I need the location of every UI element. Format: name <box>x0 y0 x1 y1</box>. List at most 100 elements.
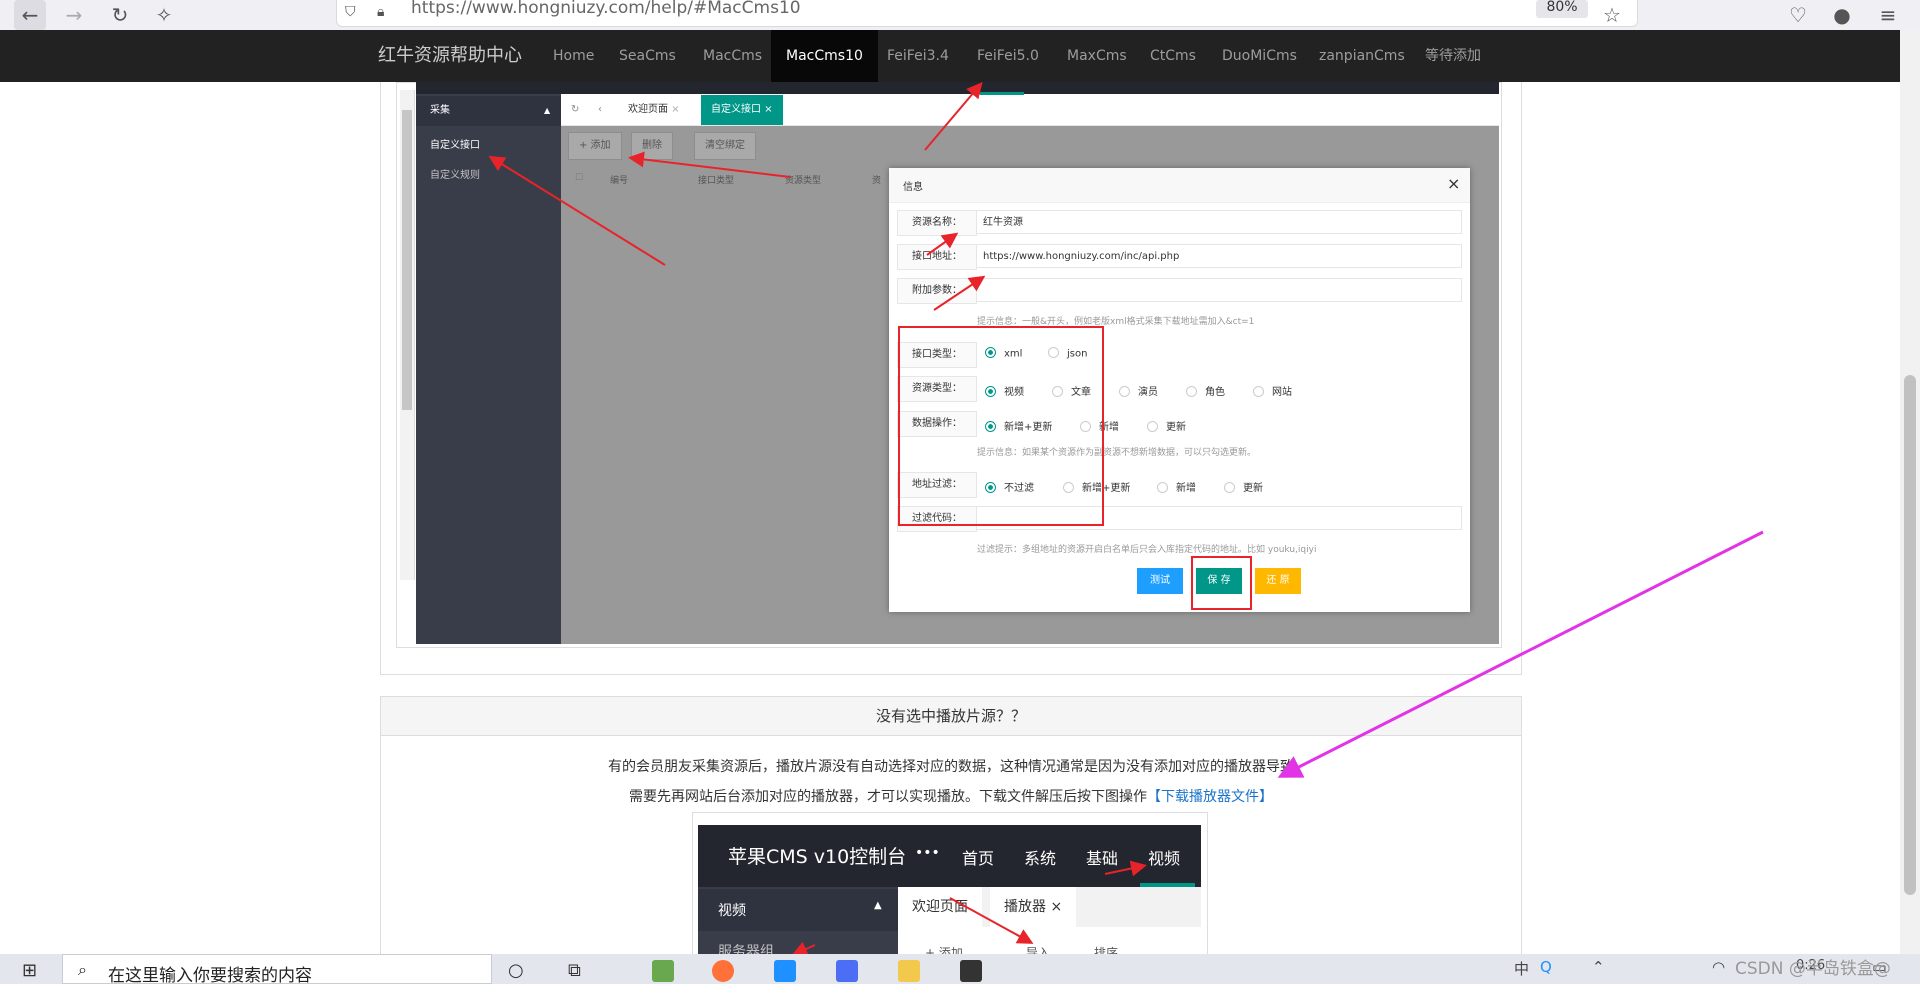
terminal-icon[interactable] <box>960 960 982 982</box>
radio-icon <box>1253 385 1264 397</box>
site-navbar: 红牛资源帮助中心 Home SeaCms MacCms MacCms10 Fei… <box>0 30 1900 82</box>
admin-topbar <box>416 82 1499 94</box>
qq-search-icon[interactable]: Q <box>1540 958 1552 976</box>
cortana-icon[interactable]: ○ <box>508 960 524 981</box>
nav-maccms[interactable]: MacCms <box>688 30 777 82</box>
screenshot-scrollbar <box>400 90 415 580</box>
refresh-icon: ↻ <box>571 104 580 115</box>
shield-icon[interactable]: ⛉ <box>345 4 356 20</box>
modal-title: 信息 <box>903 182 923 193</box>
th-res-type: 资源类型 <box>785 176 822 186</box>
filter-tip: 过滤提示：多组地址的资源开启白名单后只会入库指定代码的地址。比如 youku,i… <box>977 545 1317 555</box>
radio-op-update: 更新 <box>1147 418 1186 433</box>
highlight-save-box <box>1191 556 1252 610</box>
cms-brand: 苹果CMS v10控制台 <box>728 846 907 868</box>
faq-line-2-text: 需要先再网站后台添加对应的播放器，才可以实现播放。下载文件解压后按下图操作 <box>629 789 1147 805</box>
radio-icon <box>1157 481 1168 493</box>
task-view-icon[interactable]: ⧉ <box>568 960 581 981</box>
tab-custom-api-label: 自定义接口 <box>711 104 761 115</box>
faq-line-2: 需要先再网站后台添加对应的播放器，才可以实现播放。下载文件解压后按下图操作【下载… <box>380 786 1522 806</box>
csdn-watermark: CSDN @半岛铁盒@ <box>1735 959 1891 979</box>
highlight-options-box <box>898 326 1104 526</box>
file-explorer-icon[interactable] <box>898 960 920 982</box>
site-brand[interactable]: 红牛资源帮助中心 <box>378 30 522 82</box>
scrollbar-thumb[interactable] <box>1904 375 1916 895</box>
input-extra-param <box>976 278 1462 302</box>
label-extra-param: 附加参数： <box>897 278 977 304</box>
input-res-name: 红牛资源 <box>976 210 1462 234</box>
bookmark-star-icon[interactable]: ☆ <box>1596 0 1628 30</box>
sidebar-item-custom-api: 自定义接口 <box>430 140 480 151</box>
nav-zanpiancms[interactable]: zanpianCms <box>1304 30 1420 82</box>
download-player-link[interactable]: 【下载播放器文件】 <box>1147 789 1273 805</box>
radio-icon <box>1119 385 1130 397</box>
extension-icon[interactable]: ✧ <box>148 0 180 30</box>
radio-website-label: 网站 <box>1272 387 1292 398</box>
remote-desktop-icon[interactable] <box>774 960 796 982</box>
nav-pending[interactable]: 等待添加 <box>1410 30 1496 82</box>
menu-icon[interactable]: ≡ <box>1872 0 1904 30</box>
page-scrollbar[interactable] <box>1900 30 1920 954</box>
back-icon[interactable]: ← <box>14 0 46 30</box>
lock-icon[interactable]: 🔒︎ <box>377 4 384 20</box>
nav-feifei50[interactable]: FeiFei5.0 <box>962 30 1054 82</box>
clear-bind-button: 清空绑定 <box>694 132 756 160</box>
zoom-level[interactable]: 80% <box>1536 0 1588 18</box>
add-button: + 添加 <box>568 132 622 160</box>
radio-actor: 演员 <box>1119 383 1158 398</box>
nav-maccms10[interactable]: MacCms10 <box>771 30 878 82</box>
vscode-icon[interactable] <box>836 960 858 982</box>
radio-op-update-label: 更新 <box>1166 422 1186 433</box>
th-api-type: 接口类型 <box>698 176 735 186</box>
radio-filter-add: 新增 <box>1157 479 1196 494</box>
nav-maxcms[interactable]: MaxCms <box>1052 30 1142 82</box>
radio-filter-update-label: 更新 <box>1243 483 1263 494</box>
nav-duomicms[interactable]: DuoMiCms <box>1207 30 1312 82</box>
th-id: 编号 <box>610 176 629 186</box>
chevron-left-icon: ‹ <box>598 104 602 115</box>
faq-line-1: 有的会员朋友采集资源后，播放片源没有自动选择对应的数据，这种情况通常是因为没有添… <box>608 759 1294 775</box>
search-icon: ⌕ <box>78 960 87 979</box>
pocket-icon[interactable]: ♡ <box>1782 0 1814 30</box>
windows-start-icon[interactable]: ⊞ <box>22 960 37 981</box>
nav-home[interactable]: Home <box>538 30 609 82</box>
url-text[interactable]: https://www.hongniuzy.com/help/#MacCms10 <box>411 0 801 17</box>
input-api-url: https://www.hongniuzy.com/inc/api.php <box>976 244 1462 268</box>
delete-button: 删除 <box>631 132 673 160</box>
wifi-icon[interactable]: ◠ <box>1712 958 1725 976</box>
cms-sidebar-header-label: 视频 <box>718 903 746 919</box>
paint-app-icon[interactable] <box>652 960 674 982</box>
nav-feifei34[interactable]: FeiFei3.4 <box>872 30 964 82</box>
nav-ctcms[interactable]: CtCms <box>1135 30 1211 82</box>
caret-up-icon: ▲ <box>874 900 882 911</box>
label-res-name: 资源名称： <box>897 210 977 236</box>
tab-custom-api: 自定义接口 × <box>701 95 783 125</box>
radio-filter-update: 更新 <box>1224 479 1263 494</box>
nav-seacms[interactable]: SeaCms <box>604 30 691 82</box>
cms-tab-player: 播放器 × <box>990 887 1077 927</box>
radio-role-label: 角色 <box>1205 387 1225 398</box>
address-bar[interactable]: ⛉ 🔒︎ https://www.hongniuzy.com/help/#Mac… <box>336 0 1638 27</box>
cms-nav-basic: 基础 <box>1086 849 1119 868</box>
checkbox-icon: ☐ <box>575 173 584 183</box>
cms-tab-welcome: 欢迎页面 <box>898 887 982 927</box>
cms-nav-home: 首页 <box>962 849 995 868</box>
tab-welcome-label: 欢迎页面 <box>628 104 668 115</box>
radio-icon <box>1147 420 1158 432</box>
taskbar-search-placeholder[interactable]: 在这里输入你要搜索的内容 <box>108 961 312 986</box>
radio-icon <box>1186 385 1197 397</box>
chevron-up-icon[interactable]: ⌃ <box>1592 958 1605 976</box>
tab-welcome: 欢迎页面 × <box>618 95 690 125</box>
cms-nav-video: 视频 <box>1148 849 1181 868</box>
sidebar-header: 采集 ▲ <box>416 96 561 126</box>
reload-icon[interactable]: ↻ <box>104 0 136 30</box>
test-button: 测试 <box>1137 568 1183 594</box>
radio-icon <box>1224 481 1235 493</box>
faq-panel-title: 没有选中播放片源？？ <box>380 696 1522 736</box>
sidebar-item-custom-rule: 自定义规则 <box>430 170 480 181</box>
firefox-icon[interactable] <box>712 960 734 982</box>
profile-icon[interactable]: ● <box>1826 0 1858 30</box>
close-icon: × <box>1447 174 1461 193</box>
ime-indicator[interactable]: 中 <box>1514 958 1529 979</box>
forward-icon[interactable]: → <box>58 0 90 30</box>
